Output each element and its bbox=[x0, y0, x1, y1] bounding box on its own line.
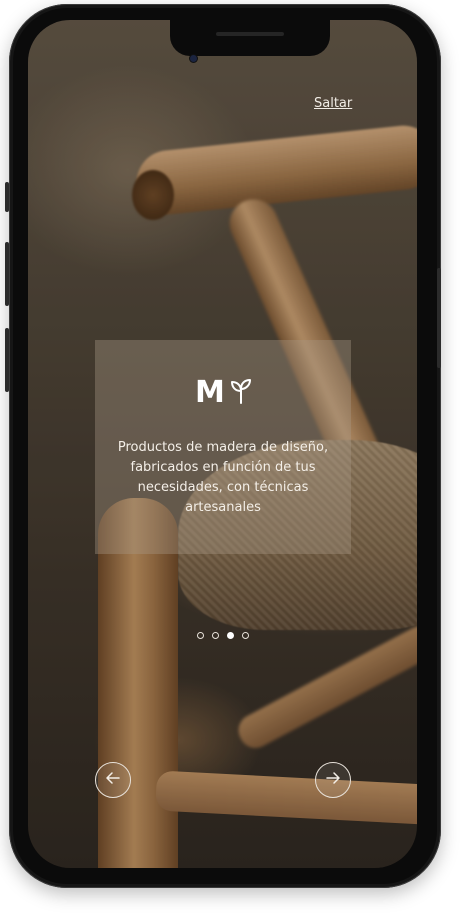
power-button bbox=[437, 268, 441, 368]
speaker-grille bbox=[216, 32, 284, 36]
onboarding-screen: Saltar M Productos de madera de diseño, … bbox=[28, 20, 417, 868]
brand-logo: M bbox=[195, 378, 252, 408]
front-camera bbox=[190, 55, 197, 62]
arrow-left-icon bbox=[105, 770, 121, 790]
pagination-dots bbox=[197, 632, 249, 639]
skip-link[interactable]: Saltar bbox=[314, 96, 352, 111]
tagline-text: Productos de madera de diseño, fabricado… bbox=[117, 440, 329, 515]
page-dot-3-active[interactable] bbox=[227, 632, 234, 639]
mute-switch bbox=[5, 182, 9, 212]
volume-up-button bbox=[5, 242, 9, 306]
page-dot-2[interactable] bbox=[212, 632, 219, 639]
notch bbox=[170, 20, 330, 56]
previous-button[interactable] bbox=[95, 762, 131, 798]
arrow-right-icon bbox=[325, 770, 341, 790]
page-dot-4[interactable] bbox=[242, 632, 249, 639]
sprout-icon bbox=[230, 378, 252, 408]
intro-card: M Productos de madera de diseño, fabrica… bbox=[95, 340, 351, 554]
volume-down-button bbox=[5, 328, 9, 392]
brand-letter: M bbox=[195, 375, 225, 410]
page-dot-1[interactable] bbox=[197, 632, 204, 639]
next-button[interactable] bbox=[315, 762, 351, 798]
